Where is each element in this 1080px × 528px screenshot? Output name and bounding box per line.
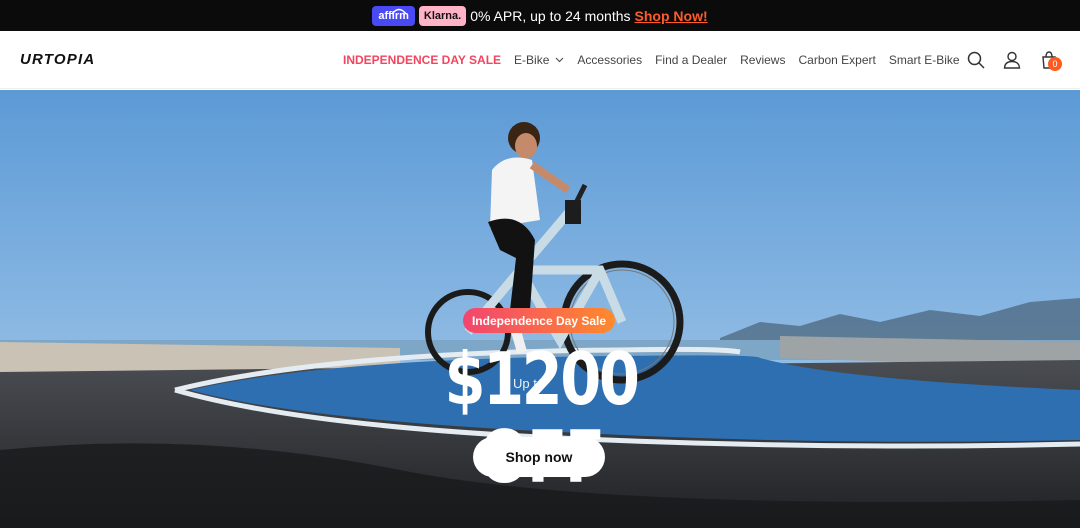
main-nav: INDEPENDENCE DAY SALE E-Bike Accessories… bbox=[343, 31, 973, 89]
nav-reviews[interactable]: Reviews bbox=[740, 53, 785, 67]
chevron-down-icon bbox=[555, 57, 564, 63]
nav-label: Accessories bbox=[577, 53, 643, 67]
promo-shop-now-link[interactable]: Shop Now! bbox=[635, 8, 708, 24]
klarna-logo: Klarna. bbox=[418, 5, 467, 26]
hero-prefix: Up to bbox=[513, 376, 545, 391]
nav-ebike[interactable]: E-Bike bbox=[514, 53, 564, 67]
sale-badge-label: Independence Day Sale bbox=[471, 313, 607, 328]
nav-carbon-expert[interactable]: Carbon Expert bbox=[798, 53, 875, 67]
nav-accessories[interactable]: Accessories bbox=[577, 53, 642, 67]
nav-label: Smart E-Bike bbox=[888, 53, 960, 67]
hero-banner: Independence Day Sale $1200 OFF Up to Sh… bbox=[0, 90, 1080, 528]
nav-label: Reviews bbox=[740, 53, 786, 67]
klarna-label: Klarna. bbox=[423, 9, 462, 22]
user-icon[interactable] bbox=[1002, 50, 1022, 70]
nav-label: Find a Dealer bbox=[655, 53, 728, 67]
promo-bar: affirm Klarna. 0% APR, up to 24 months S… bbox=[0, 0, 1080, 31]
nav-label: E-Bike bbox=[514, 53, 550, 67]
nav-find-a-dealer[interactable]: Find a Dealer bbox=[655, 53, 727, 67]
search-icon[interactable] bbox=[966, 50, 986, 70]
affirm-logo: affirm bbox=[372, 5, 415, 26]
sale-badge: Independence Day Sale bbox=[463, 308, 615, 333]
site-logo[interactable]: URTOPIA bbox=[20, 51, 95, 68]
affirm-arc-icon bbox=[391, 8, 407, 15]
cart-count-badge: 0 bbox=[1048, 57, 1062, 71]
shop-now-label: Shop now bbox=[505, 449, 573, 465]
nav-label: Carbon Expert bbox=[798, 53, 876, 67]
site-header: URTOPIA INDEPENDENCE DAY SALE E-Bike Acc… bbox=[0, 31, 1080, 89]
nav-independence-day-sale[interactable]: INDEPENDENCE DAY SALE bbox=[343, 53, 501, 67]
nav-smart-ebike[interactable]: Smart E-Bike bbox=[889, 53, 960, 67]
shop-now-button[interactable]: Shop now bbox=[473, 437, 605, 477]
nav-label: INDEPENDENCE DAY SALE bbox=[343, 53, 502, 67]
promo-text: 0% APR, up to 24 months bbox=[470, 7, 631, 24]
